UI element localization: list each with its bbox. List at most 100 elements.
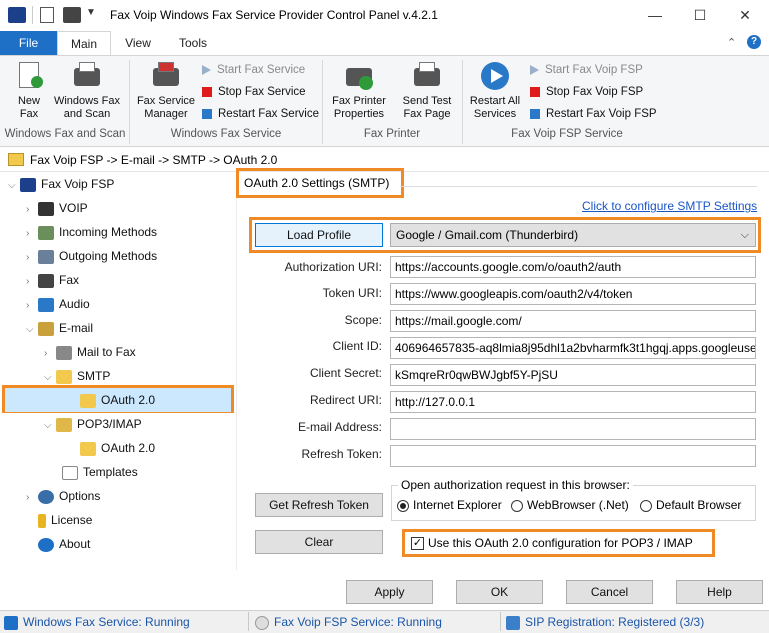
tree-item-pop3-imap[interactable]: ⌵ POP3/IMAP bbox=[44, 412, 142, 436]
chevron-down-icon: ⌵ bbox=[740, 229, 749, 241]
window-title: Fax Voip Windows Fax Service Provider Co… bbox=[110, 8, 438, 22]
refresh-token-input[interactable] bbox=[390, 445, 756, 467]
tree-item-templates[interactable]: Templates bbox=[62, 460, 138, 484]
new-fax-button[interactable]: New Fax bbox=[10, 60, 48, 121]
windows-fax-and-scan-button[interactable]: Windows Fax and Scan bbox=[50, 60, 124, 121]
radio-default-browser[interactable]: Default Browser bbox=[640, 498, 741, 512]
chevron-right-icon[interactable]: › bbox=[26, 198, 38, 222]
tree-label: Audio bbox=[59, 297, 90, 311]
chevron-right-icon[interactable]: › bbox=[26, 222, 38, 246]
tree-item-license[interactable]: License bbox=[38, 508, 92, 532]
tree-item-outgoing-methods[interactable]: › Outgoing Methods bbox=[26, 244, 157, 268]
audio-icon bbox=[38, 297, 54, 312]
start-fax-voip-fsp-label: Start Fax Voip FSP bbox=[545, 64, 643, 76]
chevron-down-icon[interactable]: ⌵ bbox=[44, 414, 56, 438]
send-test-fax-icon bbox=[411, 60, 443, 92]
tree-item-fax[interactable]: › Fax bbox=[26, 268, 79, 292]
stop-fax-voip-fsp-button[interactable]: Stop Fax Voip FSP bbox=[530, 83, 643, 101]
tree-label: POP3/IMAP bbox=[77, 417, 142, 431]
scope-input[interactable]: https://mail.google.com/ bbox=[390, 310, 756, 332]
tree-item-pop3-oauth[interactable]: OAuth 2.0 bbox=[80, 436, 155, 460]
tab-tools[interactable]: Tools bbox=[170, 31, 216, 55]
client-id-input[interactable]: 406964657835-aq8lmia8j95dhl1a2bvharmfk3t… bbox=[390, 337, 756, 359]
tree-item-options[interactable]: › Options bbox=[26, 484, 100, 508]
tab-main[interactable]: Main bbox=[57, 31, 111, 56]
restart-fax-voip-fsp-button[interactable]: Restart Fax Voip FSP bbox=[530, 105, 657, 123]
chevron-right-icon[interactable]: › bbox=[26, 294, 38, 318]
minimize-icon[interactable]: — bbox=[640, 4, 670, 26]
tree-item-fax-voip-fsp[interactable]: ⌵ Fax Voip FSP bbox=[8, 172, 114, 196]
start-fax-voip-fsp-button[interactable]: Start Fax Voip FSP bbox=[530, 61, 643, 79]
fax-printer-properties-button[interactable]: Fax Printer Properties bbox=[327, 60, 391, 121]
configure-smtp-link[interactable]: Click to configure SMTP Settings bbox=[582, 199, 757, 213]
chevron-right-icon[interactable]: › bbox=[44, 342, 56, 366]
tree-item-voip[interactable]: › VOIP bbox=[26, 196, 88, 220]
restart-fax-service-button[interactable]: Restart Fax Service bbox=[202, 105, 319, 123]
tree-item-incoming-methods[interactable]: › Incoming Methods bbox=[26, 220, 157, 244]
send-test-fax-page-button[interactable]: Send Test Fax Page bbox=[398, 60, 456, 121]
tree-item-audio[interactable]: › Audio bbox=[26, 292, 90, 316]
help-icon[interactable]: ? bbox=[747, 35, 761, 49]
maximize-icon[interactable]: ☐ bbox=[685, 4, 715, 26]
email-icon bbox=[38, 321, 54, 336]
start-fax-service-label: Start Fax Service bbox=[217, 64, 306, 76]
info-icon bbox=[38, 537, 54, 552]
tab-file[interactable]: File bbox=[0, 31, 57, 55]
sip-status-icon bbox=[506, 615, 520, 630]
chevron-right-icon[interactable]: › bbox=[26, 270, 38, 294]
tree-label: OAuth 2.0 bbox=[101, 393, 156, 407]
tab-view[interactable]: View bbox=[116, 31, 160, 55]
refresh-token-label: Refresh Token: bbox=[301, 447, 383, 461]
get-refresh-token-button[interactable]: Get Refresh Token bbox=[255, 493, 383, 517]
load-profile-button[interactable]: Load Profile bbox=[255, 223, 383, 247]
radio-internet-explorer[interactable]: Internet Explorer bbox=[397, 498, 502, 512]
token-uri-label: Token URI: bbox=[322, 286, 382, 300]
help-button[interactable]: Help bbox=[676, 580, 763, 604]
tree-item-smtp-oauth[interactable]: OAuth 2.0 bbox=[5, 388, 231, 412]
printer-icon[interactable] bbox=[63, 7, 81, 23]
status-fsp: Fax Voip FSP Service: Running bbox=[255, 614, 442, 630]
radio-label: Internet Explorer bbox=[413, 498, 502, 512]
tree-label: Fax bbox=[59, 273, 80, 287]
start-fax-service-button[interactable]: Start Fax Service bbox=[202, 61, 305, 79]
stop-icon bbox=[202, 86, 212, 97]
group-label-fax-voip-fsp-service: Fax Voip FSP Service bbox=[511, 128, 623, 140]
tree-item-e-mail[interactable]: ⌵ E-mail bbox=[26, 316, 93, 340]
email-address-label: E-mail Address: bbox=[297, 420, 382, 434]
mail-to-fax-icon bbox=[56, 345, 72, 360]
profile-select-value: Google / Gmail.com (Thunderbird) bbox=[396, 228, 579, 242]
clear-button[interactable]: Clear bbox=[255, 530, 383, 554]
new-document-icon[interactable] bbox=[40, 7, 54, 23]
quick-access-dropdown-icon[interactable]: ▼ bbox=[86, 7, 96, 18]
use-for-pop3-imap-checkbox[interactable]: ✓ Use this OAuth 2.0 configuration for PO… bbox=[411, 536, 693, 551]
chevron-down-icon[interactable]: ⌵ bbox=[26, 318, 38, 342]
windows-fax-and-scan-label: Windows Fax and Scan bbox=[53, 95, 121, 120]
restart-all-services-button[interactable]: Restart All Services bbox=[466, 60, 524, 121]
tree-label: OAuth 2.0 bbox=[101, 441, 156, 455]
profile-select[interactable]: Google / Gmail.com (Thunderbird) ⌵ bbox=[390, 223, 756, 247]
authorization-uri-input[interactable]: https://accounts.google.com/o/oauth2/aut… bbox=[390, 256, 756, 278]
tree-item-about[interactable]: About bbox=[38, 532, 90, 556]
radio-label: Default Browser bbox=[656, 498, 742, 512]
stop-fax-service-button[interactable]: Stop Fax Service bbox=[202, 83, 306, 101]
chevron-right-icon[interactable]: › bbox=[26, 246, 38, 270]
fax-service-manager-button[interactable]: Fax Service Manager bbox=[134, 60, 198, 121]
token-uri-input[interactable]: https://www.googleapis.com/oauth2/v4/tok… bbox=[390, 283, 756, 305]
tree-label: E-mail bbox=[59, 321, 94, 335]
client-secret-input[interactable]: kSmqreRr0qwBWJgbf5Y-PjSU bbox=[390, 364, 756, 386]
cancel-button[interactable]: Cancel bbox=[566, 580, 653, 604]
tree-item-mail-to-fax[interactable]: › Mail to Fax bbox=[44, 340, 136, 364]
redirect-uri-input[interactable]: http://127.0.0.1 bbox=[390, 391, 756, 413]
fax-service-manager-icon bbox=[150, 60, 182, 92]
stop-fax-service-label: Stop Fax Service bbox=[218, 86, 306, 98]
collapse-ribbon-icon[interactable]: ⌃ bbox=[727, 36, 736, 49]
pop3-imap-icon bbox=[56, 417, 72, 432]
email-address-input[interactable] bbox=[390, 418, 756, 440]
close-icon[interactable]: ✕ bbox=[730, 4, 760, 26]
chevron-down-icon[interactable]: ⌵ bbox=[8, 174, 20, 198]
radio-empty-icon bbox=[511, 499, 523, 512]
apply-button[interactable]: Apply bbox=[346, 580, 433, 604]
radio-webbrowser-net[interactable]: WebBrowser (.Net) bbox=[511, 498, 629, 512]
ok-button[interactable]: OK bbox=[456, 580, 543, 604]
chevron-right-icon[interactable]: › bbox=[26, 486, 38, 510]
